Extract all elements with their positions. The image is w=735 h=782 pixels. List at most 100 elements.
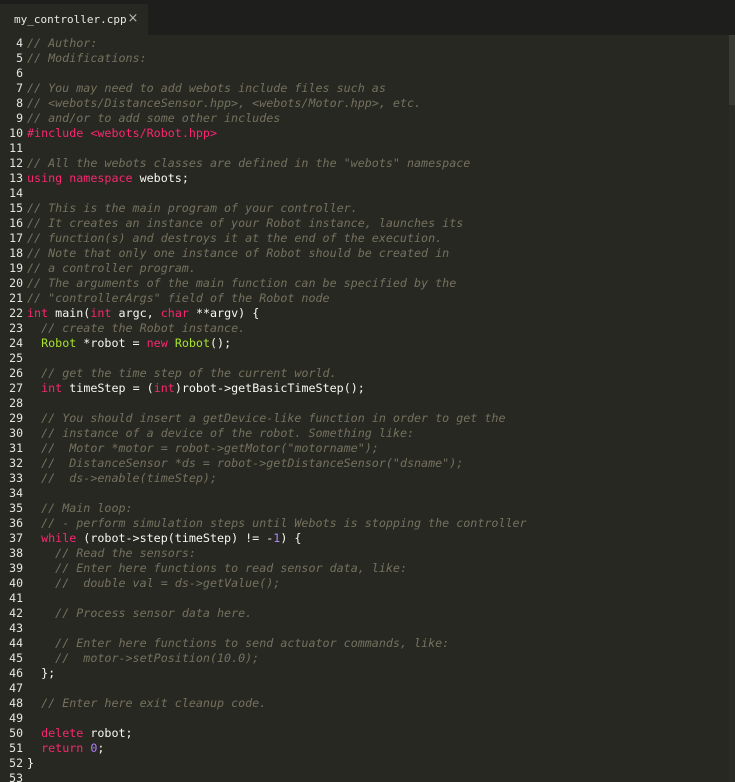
code-token: return [41,741,84,755]
line-number: 4 [16,36,23,50]
line-number: 9 [16,111,23,125]
scrollbar-thumb[interactable] [729,35,735,105]
line-number: 37 [9,531,23,545]
code-text: return 0; [27,741,104,756]
line-number: 40 [9,576,23,590]
code-line: 35 // Main loop: [0,501,735,516]
code-text: Robot *robot = new Robot(); [27,336,231,351]
line-number: 13 [9,171,23,185]
code-token: // motor->setPosition(10.0); [55,651,260,665]
code-text: // Author: [27,36,97,51]
code-line: 7 // You may need to add webots include f… [0,81,735,96]
line-number: 28 [9,396,23,410]
code-text: // - perform simulation steps until Webo… [27,516,527,531]
code-text: // You should insert a getDevice-like fu… [27,411,506,426]
code-token: argc, [111,306,161,320]
code-text: // function(s) and destroys it at the en… [27,231,442,246]
code-token: // Enter here functions to send actuator… [55,636,450,650]
code-token: // Note that only one instance of Robot … [27,246,450,260]
line-number: 10 [9,126,23,140]
line-number: 33 [9,471,23,485]
code-token: using namespace [27,171,133,185]
code-text: // ds->enable(timeStep); [27,471,217,486]
code-token: robot; [83,726,133,740]
line-number: 50 [9,726,23,740]
code-token: int [41,381,63,395]
line-number: 21 [9,291,23,305]
code-line: 8 // <webots/DistanceSensor.hpp>, <webots… [0,96,735,111]
line-number: 41 [9,591,23,605]
code-line: 28 [0,396,735,411]
line-number: 53 [9,771,23,782]
code-token: // instance of a device of the robot. So… [41,426,415,440]
code-line: 52} [0,756,735,771]
code-token: // <webots/DistanceSensor.hpp>, <webots/… [27,96,422,110]
code-line: 26 // get the time step of the current w… [0,366,735,381]
code-line: 16 // It creates an instance of your Robo… [0,216,735,231]
code-token: Robot [41,336,77,350]
code-token: )robot->getBasicTimeStep(); [174,381,365,395]
line-number: 6 [16,66,23,80]
code-line: 17 // function(s) and destroys it at the … [0,231,735,246]
code-token: int [153,381,175,395]
code-token: }; [27,666,56,680]
code-token: *robot = [76,336,147,350]
code-text: // All the webots classes are defined in… [27,156,470,171]
code-text: // It creates an instance of your Robot … [27,216,463,231]
code-token: // DistanceSensor *ds = robot->getDistan… [41,456,464,470]
code-token: (robot->step(timeStep) != - [76,531,274,545]
code-line: 43 [0,621,735,636]
line-number: 51 [9,741,23,755]
line-number: 44 [9,636,23,650]
code-text: // Enter here exit cleanup code. [27,696,266,711]
line-number: 49 [9,711,23,725]
code-editor[interactable]: 4 // Author: 5 // Modifications: 6 7 // You ma… [0,35,735,782]
close-icon[interactable]: × [126,11,140,27]
code-text: // motor->setPosition(10.0); [27,651,259,666]
code-text: while (robot->step(timeStep) != -1) { [27,531,301,546]
code-token: ) { [280,531,302,545]
code-text: // You may need to add webots include fi… [27,81,386,96]
code-line: 20 // The arguments of the main function … [0,276,735,291]
tab-label: my_controller.cpp [14,13,127,26]
code-line: 30 // instance of a device of the robot.… [0,426,735,441]
code-token: // You should insert a getDevice-like fu… [41,411,506,425]
code-token: **argv) { [188,306,260,320]
line-number: 52 [9,756,23,770]
code-text: // double val = ds->getValue(); [27,576,280,591]
code-token: // Enter here functions to read sensor d… [55,561,407,575]
code-token: while [41,531,77,545]
code-text: // get the time step of the current worl… [27,366,337,381]
code-token: // Motor *motor = robot->getMotor("motor… [41,441,379,455]
line-number: 20 [9,276,23,290]
code-line: 4 // Author: [0,36,735,51]
line-number: 42 [9,606,23,620]
code-text: int main(int argc, char **argv) { [27,306,259,321]
line-number: 43 [9,621,23,635]
code-token: // double val = ds->getValue(); [55,576,281,590]
code-token: } [27,756,35,770]
code-token: // Read the sensors: [55,546,196,560]
vertical-scrollbar[interactable] [729,35,735,782]
code-line: 40 // double val = ds->getValue(); [0,576,735,591]
line-number: 17 [9,231,23,245]
code-text: // "controllerArgs" field of the Robot n… [27,291,330,306]
code-text: // Note that only one instance of Robot … [27,246,449,261]
code-line: 13 using namespace webots; [0,171,735,186]
code-line: 37 while (robot->step(timeStep) != -1) { [0,531,735,546]
line-number: 32 [9,456,23,470]
line-number: 31 [9,441,23,455]
code-line: 39 // Enter here functions to read senso… [0,561,735,576]
tab-my-controller-cpp[interactable]: my_controller.cpp × [0,4,148,35]
code-text: // This is the main program of your cont… [27,201,358,216]
